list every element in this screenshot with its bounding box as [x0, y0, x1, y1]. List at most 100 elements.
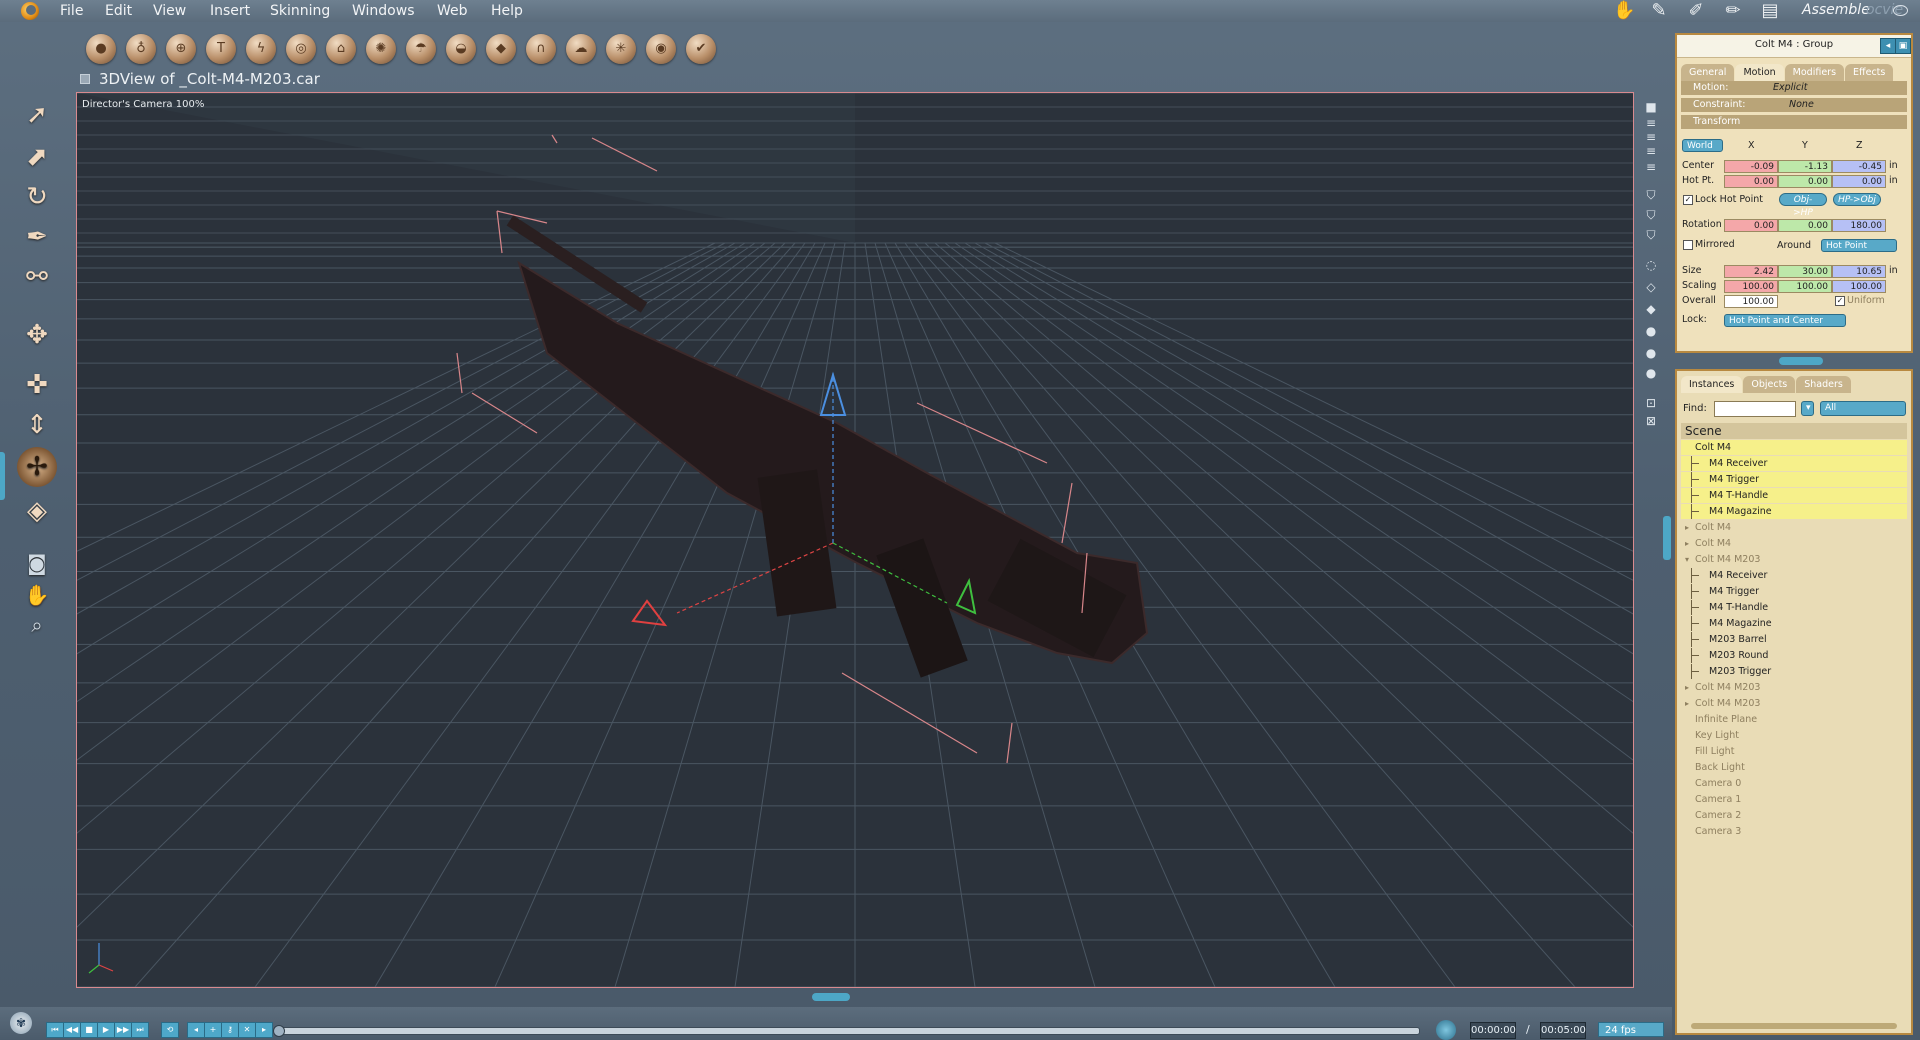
fps-select[interactable]: 24 fps: [1598, 1022, 1664, 1037]
frame-all-icon[interactable]: ⊠: [1643, 414, 1659, 428]
tree-group-item[interactable]: ▸ Colt M4: [1681, 536, 1907, 551]
scrubber-knob[interactable]: [273, 1025, 285, 1037]
tree-group-item[interactable]: Camera 1: [1681, 792, 1907, 807]
constraint-row[interactable]: Constraint: None: [1681, 98, 1907, 112]
camera-icon[interactable]: ◙: [18, 546, 56, 580]
clock-icon[interactable]: [1436, 1020, 1456, 1040]
step-forward-icon[interactable]: ▶▶: [114, 1022, 132, 1038]
center-y-field[interactable]: -1.13: [1778, 160, 1832, 173]
menu-view[interactable]: View: [153, 3, 186, 19]
scene-canvas[interactable]: [77, 93, 1633, 987]
direct-select-icon[interactable]: ⬈: [18, 140, 56, 174]
brush-mode-icon[interactable]: ✏: [1722, 1, 1744, 21]
gear-ball-icon[interactable]: ✺: [366, 34, 396, 64]
tree-child-item[interactable]: M4 Receiver: [1681, 456, 1907, 471]
tree-child-item[interactable]: M4 Receiver: [1681, 568, 1907, 583]
tree-child-item[interactable]: M203 Barrel: [1681, 632, 1907, 647]
box-icon[interactable]: ◈: [18, 494, 56, 528]
lock-select[interactable]: Hot Point and Center: [1724, 314, 1846, 327]
app-logo-icon[interactable]: [21, 2, 39, 20]
next-key-icon[interactable]: ▸: [255, 1022, 273, 1038]
flame-icon[interactable]: ϟ: [246, 34, 276, 64]
cup-icon[interactable]: ♁: [126, 34, 156, 64]
collapsed-arrow-icon[interactable]: ▸: [1685, 520, 1689, 535]
collapsed-arrow-icon[interactable]: ▸: [1685, 680, 1689, 695]
motion-value[interactable]: Explicit: [1773, 81, 1808, 95]
add-key-icon[interactable]: +: [204, 1022, 222, 1038]
expanded-arrow-icon[interactable]: ▾: [1685, 552, 1689, 567]
tab-effects[interactable]: Effects: [1845, 64, 1894, 81]
lines-icon[interactable]: ≡: [1643, 144, 1659, 158]
current-time-field[interactable]: 00:00:00: [1470, 1022, 1516, 1039]
tree-group-item[interactable]: Camera 2: [1681, 808, 1907, 823]
wire-sphere-icon[interactable]: ◌: [1643, 258, 1659, 272]
square-icon[interactable]: ■: [1643, 100, 1659, 114]
menu-web[interactable]: Web: [437, 3, 468, 19]
scaling-z-field[interactable]: 100.00: [1832, 280, 1886, 293]
menu-insert[interactable]: Insert: [210, 3, 250, 19]
tree-child-item[interactable]: M4 T-Handle: [1681, 600, 1907, 615]
find-input[interactable]: [1714, 401, 1796, 417]
tab-instances[interactable]: Instances: [1681, 376, 1743, 393]
tree-child-item[interactable]: M203 Trigger: [1681, 664, 1907, 679]
eye-lens-icon[interactable]: ◎: [286, 34, 316, 64]
go-start-icon[interactable]: ⏮: [46, 1022, 64, 1038]
viewport-grip[interactable]: [812, 993, 850, 1001]
umbrella-icon[interactable]: ☂: [406, 34, 436, 64]
paint-brush-icon[interactable]: ✒: [18, 220, 56, 254]
tree-group-item[interactable]: ▸ Colt M4 M203: [1681, 696, 1907, 711]
tree-group-item[interactable]: Camera 0: [1681, 776, 1907, 791]
pill-icon[interactable]: ◆: [486, 34, 516, 64]
translate-icon[interactable]: ✢: [17, 447, 57, 487]
panel-dock-icon[interactable]: ◂: [1880, 38, 1896, 54]
center-x-field[interactable]: -0.09: [1724, 160, 1778, 173]
panel-splitter[interactable]: [1779, 357, 1823, 365]
shaded-cube-icon[interactable]: ◆: [1643, 302, 1659, 316]
lines-icon[interactable]: ≡: [1643, 160, 1659, 174]
stop-icon[interactable]: ■: [80, 1022, 98, 1038]
collapsed-arrow-icon[interactable]: ▸: [1685, 696, 1689, 711]
find-options-button[interactable]: ▾: [1801, 401, 1814, 416]
wire-cube-icon[interactable]: ◇: [1643, 280, 1659, 294]
menu-help[interactable]: Help: [491, 3, 523, 19]
move-vertical-icon[interactable]: ⇕: [18, 408, 56, 442]
uniform-checkbox[interactable]: ✓: [1835, 296, 1845, 306]
size-z-field[interactable]: 10.65: [1832, 265, 1886, 278]
draw-mode-icon[interactable]: ✐: [1685, 1, 1707, 21]
target-icon[interactable]: ◉: [646, 34, 676, 64]
arch-icon[interactable]: ∩: [526, 34, 556, 64]
dome-icon[interactable]: ◒: [446, 34, 476, 64]
tree-child-item[interactable]: M4 Trigger: [1681, 584, 1907, 599]
sketch-mode-icon[interactable]: ✎: [1648, 1, 1670, 21]
film-mode-icon[interactable]: ▤: [1759, 1, 1781, 21]
left-edge-handle[interactable]: [0, 452, 5, 500]
tube-icon[interactable]: ⌂: [326, 34, 356, 64]
hp-to-obj-button[interactable]: HP->Obj: [1833, 193, 1881, 206]
tree-group-item[interactable]: ▸ Colt M4: [1681, 520, 1907, 535]
zoom-icon[interactable]: ⌕: [18, 608, 56, 642]
rotate-icon[interactable]: ↻: [18, 180, 56, 214]
end-time-field[interactable]: 00:05:00: [1540, 1022, 1586, 1039]
menu-windows[interactable]: Windows: [352, 3, 415, 19]
cloud-icon[interactable]: ☁: [566, 34, 596, 64]
right-edge-handle[interactable]: [1663, 516, 1671, 560]
motion-row[interactable]: Motion: Explicit: [1681, 81, 1907, 95]
room-assemble[interactable]: Assemble: [1802, 2, 1870, 18]
globe-icon[interactable]: ⊕: [166, 34, 196, 64]
around-select[interactable]: Hot Point: [1821, 239, 1897, 252]
overall-field[interactable]: 100.00: [1724, 295, 1778, 308]
shield-icon[interactable]: ⛉: [1643, 208, 1659, 222]
step-back-icon[interactable]: ◀◀: [63, 1022, 81, 1038]
delete-key-icon[interactable]: ✕: [238, 1022, 256, 1038]
hotpt-x-field[interactable]: 0.00: [1724, 175, 1778, 188]
space-select[interactable]: World: [1682, 139, 1723, 152]
tree-group-item[interactable]: ▸ Colt M4 M203: [1681, 680, 1907, 695]
tree-group-item[interactable]: Fill Light: [1681, 744, 1907, 759]
tab-shaders[interactable]: Shaders: [1796, 376, 1851, 393]
timeline-reel-icon[interactable]: ✾: [10, 1012, 32, 1034]
mirrored-checkbox[interactable]: [1683, 240, 1693, 250]
constraint-value[interactable]: None: [1789, 98, 1814, 112]
rotation-z-field[interactable]: 180.00: [1832, 219, 1886, 232]
text-icon[interactable]: T: [206, 34, 236, 64]
tree-child-item[interactable]: M4 Trigger: [1681, 472, 1907, 487]
